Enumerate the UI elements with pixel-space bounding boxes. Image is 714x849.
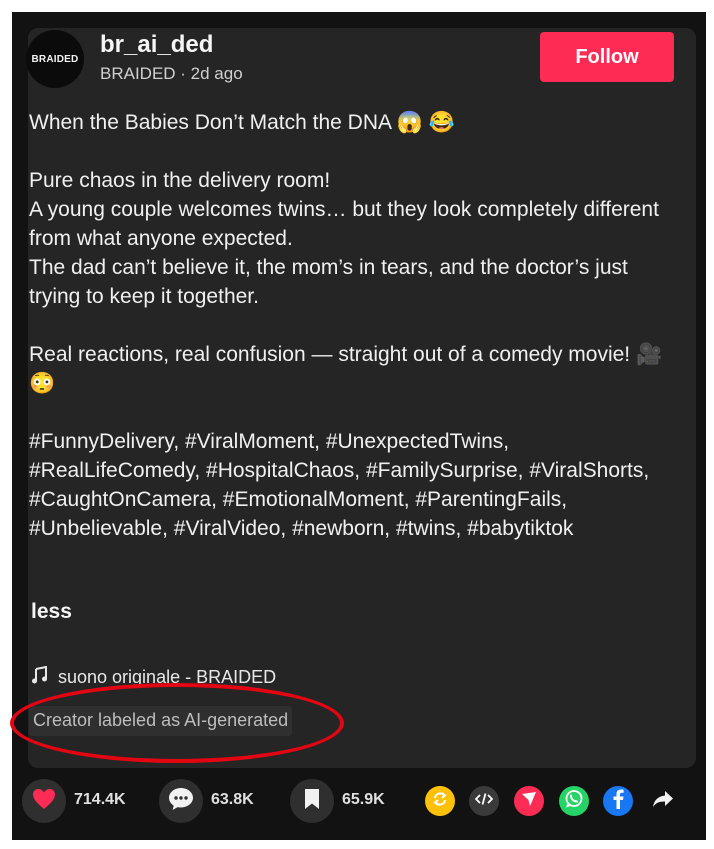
follow-button[interactable]: Follow <box>540 32 674 82</box>
repost-icon <box>431 790 449 813</box>
less-button[interactable]: less <box>31 600 72 624</box>
embed-button[interactable] <box>469 786 499 816</box>
avatar-text: BRAIDED <box>31 53 79 65</box>
heart-icon <box>32 788 56 815</box>
embed-icon <box>474 792 494 811</box>
like-button[interactable] <box>22 779 66 823</box>
comment-icon <box>168 787 194 816</box>
like-count: 714.4K <box>74 791 126 808</box>
whatsapp-button[interactable] <box>559 786 589 816</box>
send-icon <box>521 791 537 812</box>
description-hashtags[interactable]: #FunnyDelivery, #ViralMoment, #Unexpecte… <box>29 427 679 543</box>
bookmark-count: 65.9K <box>342 791 385 808</box>
comment-button[interactable] <box>159 779 203 823</box>
description-title: When the Babies Don’t Match the DNA 😱 😂 <box>29 111 455 134</box>
avatar[interactable]: BRAIDED <box>26 30 84 88</box>
description-body: Pure chaos in the delivery room! A young… <box>29 169 659 308</box>
username[interactable]: br_ai_ded <box>100 31 213 59</box>
post-description: When the Babies Don’t Match the DNA 😱 😂 … <box>29 108 679 543</box>
description-reactions: Real reactions, real confusion — straigh… <box>29 343 663 395</box>
share-arrow-icon <box>652 790 674 813</box>
repost-button[interactable] <box>425 786 455 816</box>
comment-count: 63.8K <box>211 791 254 808</box>
music-note-icon <box>32 665 48 689</box>
more-share-button[interactable] <box>648 786 678 816</box>
bookmark-icon <box>303 788 321 815</box>
facebook-button[interactable] <box>603 786 633 816</box>
send-button[interactable] <box>514 786 544 816</box>
sound-label: suono originale - BRAIDED <box>58 667 277 687</box>
whatsapp-icon <box>564 789 584 814</box>
sound-link[interactable]: suono originale - BRAIDED <box>32 665 277 689</box>
facebook-icon <box>611 789 625 814</box>
bookmark-button[interactable] <box>290 779 334 823</box>
author-meta: BRAIDED · 2d ago <box>100 64 243 83</box>
ai-generated-label: Creator labeled as AI-generated <box>29 706 293 736</box>
